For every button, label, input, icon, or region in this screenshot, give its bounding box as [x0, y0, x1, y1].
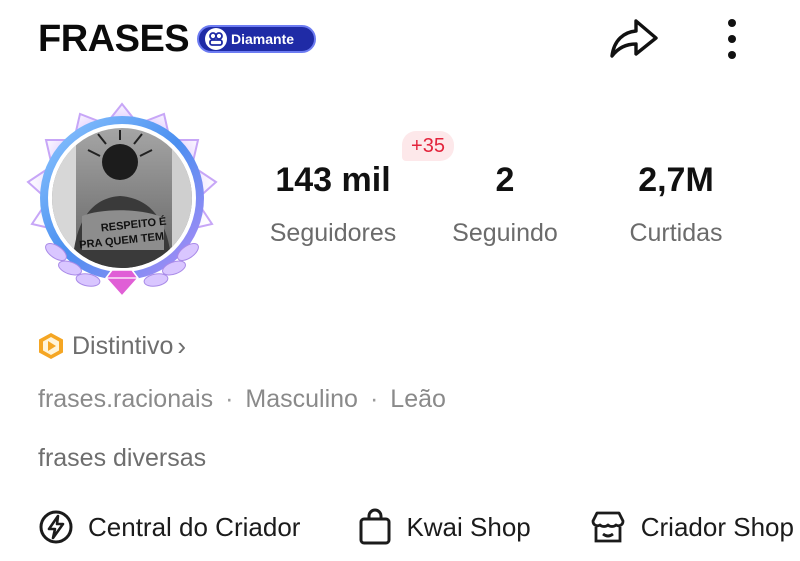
shopping-bag-icon — [359, 508, 391, 545]
action-links: Central do Criador Kwai Shop Criador Sho… — [38, 508, 794, 546]
likes-label: Curtidas — [629, 219, 723, 247]
diamond-badge-label: Diamante — [231, 31, 295, 47]
creator-center-link[interactable]: Central do Criador — [38, 509, 300, 545]
followers-count: 143 mil — [275, 161, 391, 199]
followers-delta-badge: +35 — [402, 131, 454, 161]
kwai-shop-label: Kwai Shop — [406, 511, 531, 542]
diamond-badge-icon — [205, 28, 227, 50]
bio-text: frases diversas — [38, 444, 207, 472]
likes-stat[interactable]: 2,7M Curtidas — [612, 160, 740, 248]
kwai-shop-link[interactable]: Kwai Shop — [358, 508, 531, 546]
diamond-gem-icon — [105, 269, 139, 298]
storefront-icon — [591, 511, 625, 543]
gender: Masculino — [245, 385, 358, 413]
following-count: 2 — [495, 161, 515, 199]
creator-shop-label: Criador Shop — [640, 511, 794, 542]
likes-count: 2,7M — [638, 161, 714, 199]
more-options-button[interactable] — [712, 12, 752, 66]
separator: · — [225, 385, 234, 413]
followers-label: Seguidores — [269, 219, 397, 247]
distintivo-link[interactable]: Distintivo › — [38, 330, 186, 362]
share-arrow-icon — [610, 19, 658, 58]
distintivo-badge-icon — [39, 333, 63, 359]
more-vertical-icon — [728, 19, 736, 27]
diamond-badge[interactable]: Diamante — [197, 25, 316, 53]
profile-info-line: frases.racionais · Masculino · Leão — [38, 384, 446, 414]
separator: · — [369, 385, 379, 413]
followers-stat[interactable]: 143 mil Seguidores — [255, 160, 411, 248]
profile-title: FRASES — [38, 18, 190, 60]
bolt-circle-icon — [39, 510, 73, 544]
more-dot — [728, 35, 736, 43]
following-stat[interactable]: 2 Seguindo — [440, 160, 570, 248]
following-label: Seguindo — [452, 219, 558, 247]
creator-shop-link[interactable]: Criador Shop — [589, 509, 794, 545]
distintivo-label: Distintivo — [72, 331, 174, 360]
chevron-right-icon: › — [177, 330, 187, 361]
share-button[interactable] — [604, 12, 664, 66]
zodiac-sign: Leão — [390, 385, 446, 413]
more-dot — [728, 51, 736, 59]
creator-center-label: Central do Criador — [88, 511, 301, 542]
username: frases.racionais — [38, 385, 214, 413]
avatar[interactable]: RESPEITO É PRA QUEM TEM — [22, 100, 222, 306]
